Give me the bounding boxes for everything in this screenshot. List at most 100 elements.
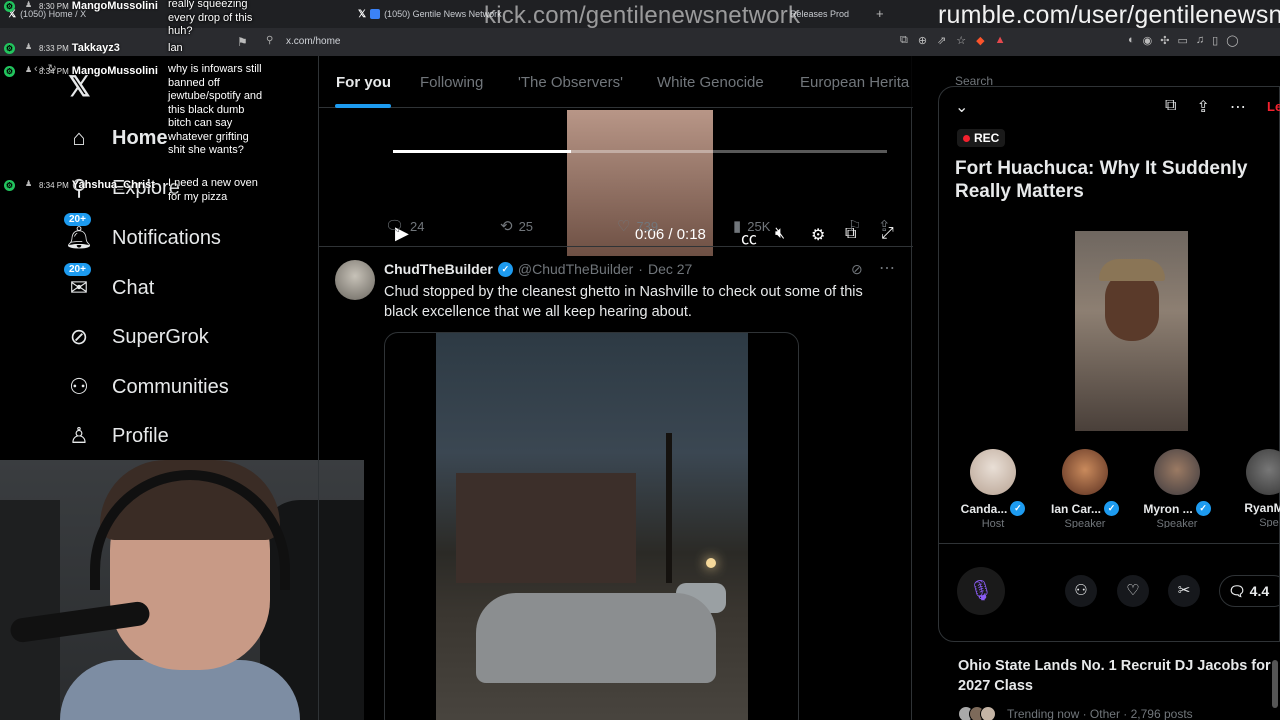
speaker-role: Speaker [1156,518,1198,528]
chevron-down-icon[interactable]: ⌄ [955,97,968,117]
speaker-item[interactable]: Canda... ✓ Host [953,449,1033,528]
scrollbar[interactable] [1272,660,1278,708]
speaker-role: Host [981,518,1005,528]
share-icon[interactable]: ⇪ [1196,97,1209,117]
participants-button[interactable]: ⚇ [1065,575,1097,607]
share-icon[interactable]: ⧉ [900,34,908,47]
music-icon[interactable]: ♫ [1196,34,1204,47]
space-host-video[interactable] [1075,231,1188,431]
space-divider [939,543,1280,544]
window-icon[interactable]: ▭ [1177,34,1187,47]
extension-icon[interactable]: ◉ [1143,34,1153,47]
leave-button[interactable]: Le [1267,99,1280,114]
user-icon: ♟ [25,0,33,9]
host-face [1105,271,1159,341]
webcam-shelf [0,500,60,720]
bookmark-star-icon[interactable]: ☆ [956,34,966,47]
repost-button[interactable]: ⟲ 25 [500,217,533,235]
chat-username: Takkayz3 [71,42,120,54]
nav-item-profile[interactable]: ♙ Profile [62,416,169,456]
user-icon: ♟ [25,42,33,51]
post-text: Chud stopped by the cleanest ghetto in N… [384,284,863,320]
chat-username: MangoMussolini [71,65,158,77]
pip-icon[interactable]: ⧉ [1165,97,1176,117]
nav-item-notifications[interactable]: 🔔︎ 20+ Notifications [62,213,221,258]
nav-label: Profile [112,424,169,447]
microphone-button[interactable]: 🎙︎ [957,567,1005,615]
browser-tab-releases[interactable]: Releases Prod [790,4,870,24]
reply-button[interactable]: 🗨︎ 24 [385,217,425,235]
nav-item-chat[interactable]: ✉ 20+ Chat [62,263,155,308]
new-tab-button[interactable]: + [876,6,884,21]
extension-icon[interactable]: ◐ [1128,34,1135,47]
tab-following[interactable]: Following [420,74,483,91]
nav-label: Chat [112,276,155,299]
speaker-name: Canda... ✓ [953,501,1033,516]
brave-shield-icon[interactable]: ◆ [976,34,984,47]
share-button[interactable]: ⇪ [878,217,891,235]
grok-icon[interactable]: ⊘ [851,261,863,278]
zoom-icon[interactable]: ⊕ [918,34,927,47]
react-button[interactable]: ♡ [1117,575,1149,607]
stream-chat-overlay: ⚙ ♟ 8:30 PM MangoMussolini really squeez… [0,0,275,210]
main-timeline: For you Following 'The Observers' White … [318,56,913,720]
speaker-name-text: Myron ... [1143,501,1193,516]
author-handle[interactable]: @ChudTheBuilder [518,261,633,277]
like-button[interactable]: ♡ 739 [617,217,658,235]
clip-button[interactable]: ✂ [1168,575,1200,607]
profile-icon[interactable]: ◯ [1226,34,1238,47]
tab-european-heritage[interactable]: European Herita [800,74,909,91]
profile-icon: ♙ [69,423,89,448]
video-streetlight [706,558,716,568]
sidebar-icon[interactable]: ▯ [1212,34,1218,47]
chat-time: 8:34 PM [39,181,69,190]
bookmark-icon: ⚐ [848,218,862,235]
user-icon: ♟ [25,65,33,74]
nav-item-communities[interactable]: ⚇ Communities [62,367,229,407]
address-input[interactable]: x.com/home [286,36,340,47]
avatar[interactable] [335,260,375,300]
tab-white-genocide[interactable]: White Genocide [657,74,764,91]
like-count: 739 [636,218,659,234]
chat-message: ⚙ ♟ 8:34 PM Yahshua_Christ [4,179,155,191]
more-options-icon[interactable]: ⋯ [1230,97,1246,117]
video-progress-bar[interactable] [393,150,887,153]
comments-button[interactable]: 🗨︎ 4.4 [1219,575,1280,607]
nav-item-supergrok[interactable]: ⊘ SuperGrok [62,317,209,357]
speakers-row: Canda... ✓ Host Ian Car... ✓ Speaker Myron… [939,449,1280,539]
rec-label: REC [974,131,1000,145]
verified-badge-icon: ✓ [1195,501,1211,516]
speaker-item[interactable]: Myron ... ✓ Speaker [1137,449,1217,528]
verified-badge-icon: ✓ [1104,501,1120,516]
trending-item[interactable]: Ohio State Lands No. 1 Recruit DJ Jacobs… [958,656,1280,720]
post2-video[interactable] [384,332,799,720]
speaker-item[interactable]: Ian Car... ✓ Speaker [1045,449,1125,528]
post-date[interactable]: Dec 27 [648,261,692,277]
avatar [1154,449,1200,495]
bookmark-button[interactable]: ⚐ [848,217,861,235]
scissors-icon: ✂ [1177,582,1191,599]
chat-text: really squeezing every drop of this huh? [168,0,253,37]
repost-icon: ⟲ [500,218,513,235]
chat-time: 8:34 PM [39,67,69,76]
mail-icon: ✉ 20+ [62,263,96,301]
reply-count: 24 [410,218,425,234]
microphone-icon: 🎙︎ [968,580,994,602]
space-toolbar: ⧉ ⇪ ⋯ [1165,97,1246,117]
puzzle-icon[interactable]: ✣ [1160,34,1169,47]
sub-badge-icon: ⚙ [4,1,15,12]
chat-text: why is infowars still banned off jewtube… [168,63,263,156]
trending-avatars [958,706,996,720]
views-button[interactable]: ▮ 25K [733,217,770,235]
tab-for-you[interactable]: For you [336,74,391,91]
speaker-item[interactable]: RyanM... Spe [1229,449,1280,527]
video-car [476,593,716,683]
tab-observers[interactable]: 'The Observers' [518,74,623,91]
trending-meta-text: Trending now · Other · 2,796 posts [1007,707,1193,720]
brave-rewards-icon[interactable]: ▲ [995,34,1006,47]
chat-message: ⚙ ♟ 8:30 PM MangoMussolini [4,0,158,12]
more-options-icon[interactable]: ⋯ [879,258,895,278]
send-icon[interactable]: ⇗ [937,34,946,47]
author-name[interactable]: ChudTheBuilder [384,261,493,277]
view-count: 25K [747,218,771,234]
